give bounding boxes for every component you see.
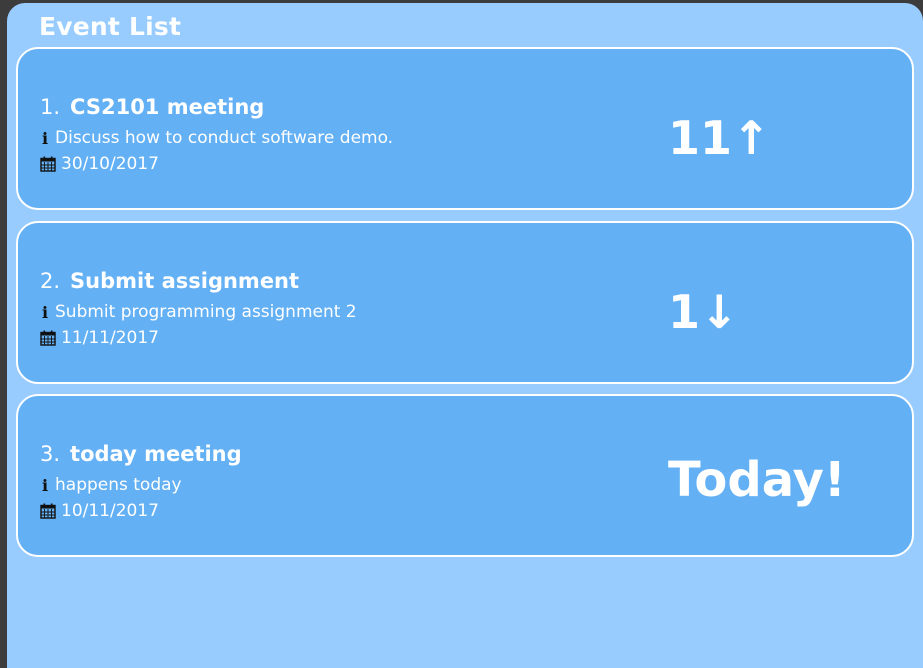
calendar-icon (40, 156, 56, 172)
event-list-panel: Event List 1. CS2101 meeting i Discuss ho… (7, 3, 923, 668)
info-icon: i (41, 475, 49, 495)
info-icon: i (41, 128, 49, 148)
event-title: 3. today meeting (40, 442, 242, 466)
event-name: today meeting (70, 442, 242, 466)
event-name: CS2101 meeting (70, 95, 265, 119)
calendar-icon (40, 503, 56, 519)
event-countdown: Today! (668, 452, 846, 508)
event-card[interactable]: 1. CS2101 meeting i Discuss how to conduc… (16, 47, 914, 210)
event-title: 1. CS2101 meeting (40, 95, 264, 119)
event-description-row: i Discuss how to conduct software demo. (40, 128, 393, 148)
event-card[interactable]: 3. today meeting i happens today 10/11/20… (16, 394, 914, 557)
event-date-row: 11/11/2017 (40, 328, 159, 348)
event-name: Submit assignment (70, 269, 300, 293)
event-countdown: 11↑ (668, 111, 771, 165)
event-date-row: 10/11/2017 (40, 501, 159, 521)
event-index: 2. (40, 269, 61, 293)
panel-title: Event List (39, 12, 182, 41)
event-description-row: i happens today (40, 475, 182, 495)
event-card[interactable]: 2. Submit assignment i Submit programming… (16, 221, 914, 384)
event-date: 10/11/2017 (61, 501, 159, 521)
event-description-row: i Submit programming assignment 2 (40, 302, 357, 322)
event-index: 3. (40, 442, 61, 466)
event-date: 11/11/2017 (61, 328, 159, 348)
event-date: 30/10/2017 (61, 154, 159, 174)
event-date-row: 30/10/2017 (40, 154, 159, 174)
event-countdown: 1↓ (668, 285, 739, 339)
event-title: 2. Submit assignment (40, 269, 299, 293)
event-description: Submit programming assignment 2 (55, 302, 357, 322)
info-icon: i (41, 302, 49, 322)
event-description: happens today (55, 475, 182, 495)
event-index: 1. (40, 95, 61, 119)
event-description: Discuss how to conduct software demo. (55, 128, 394, 148)
calendar-icon (40, 330, 56, 346)
